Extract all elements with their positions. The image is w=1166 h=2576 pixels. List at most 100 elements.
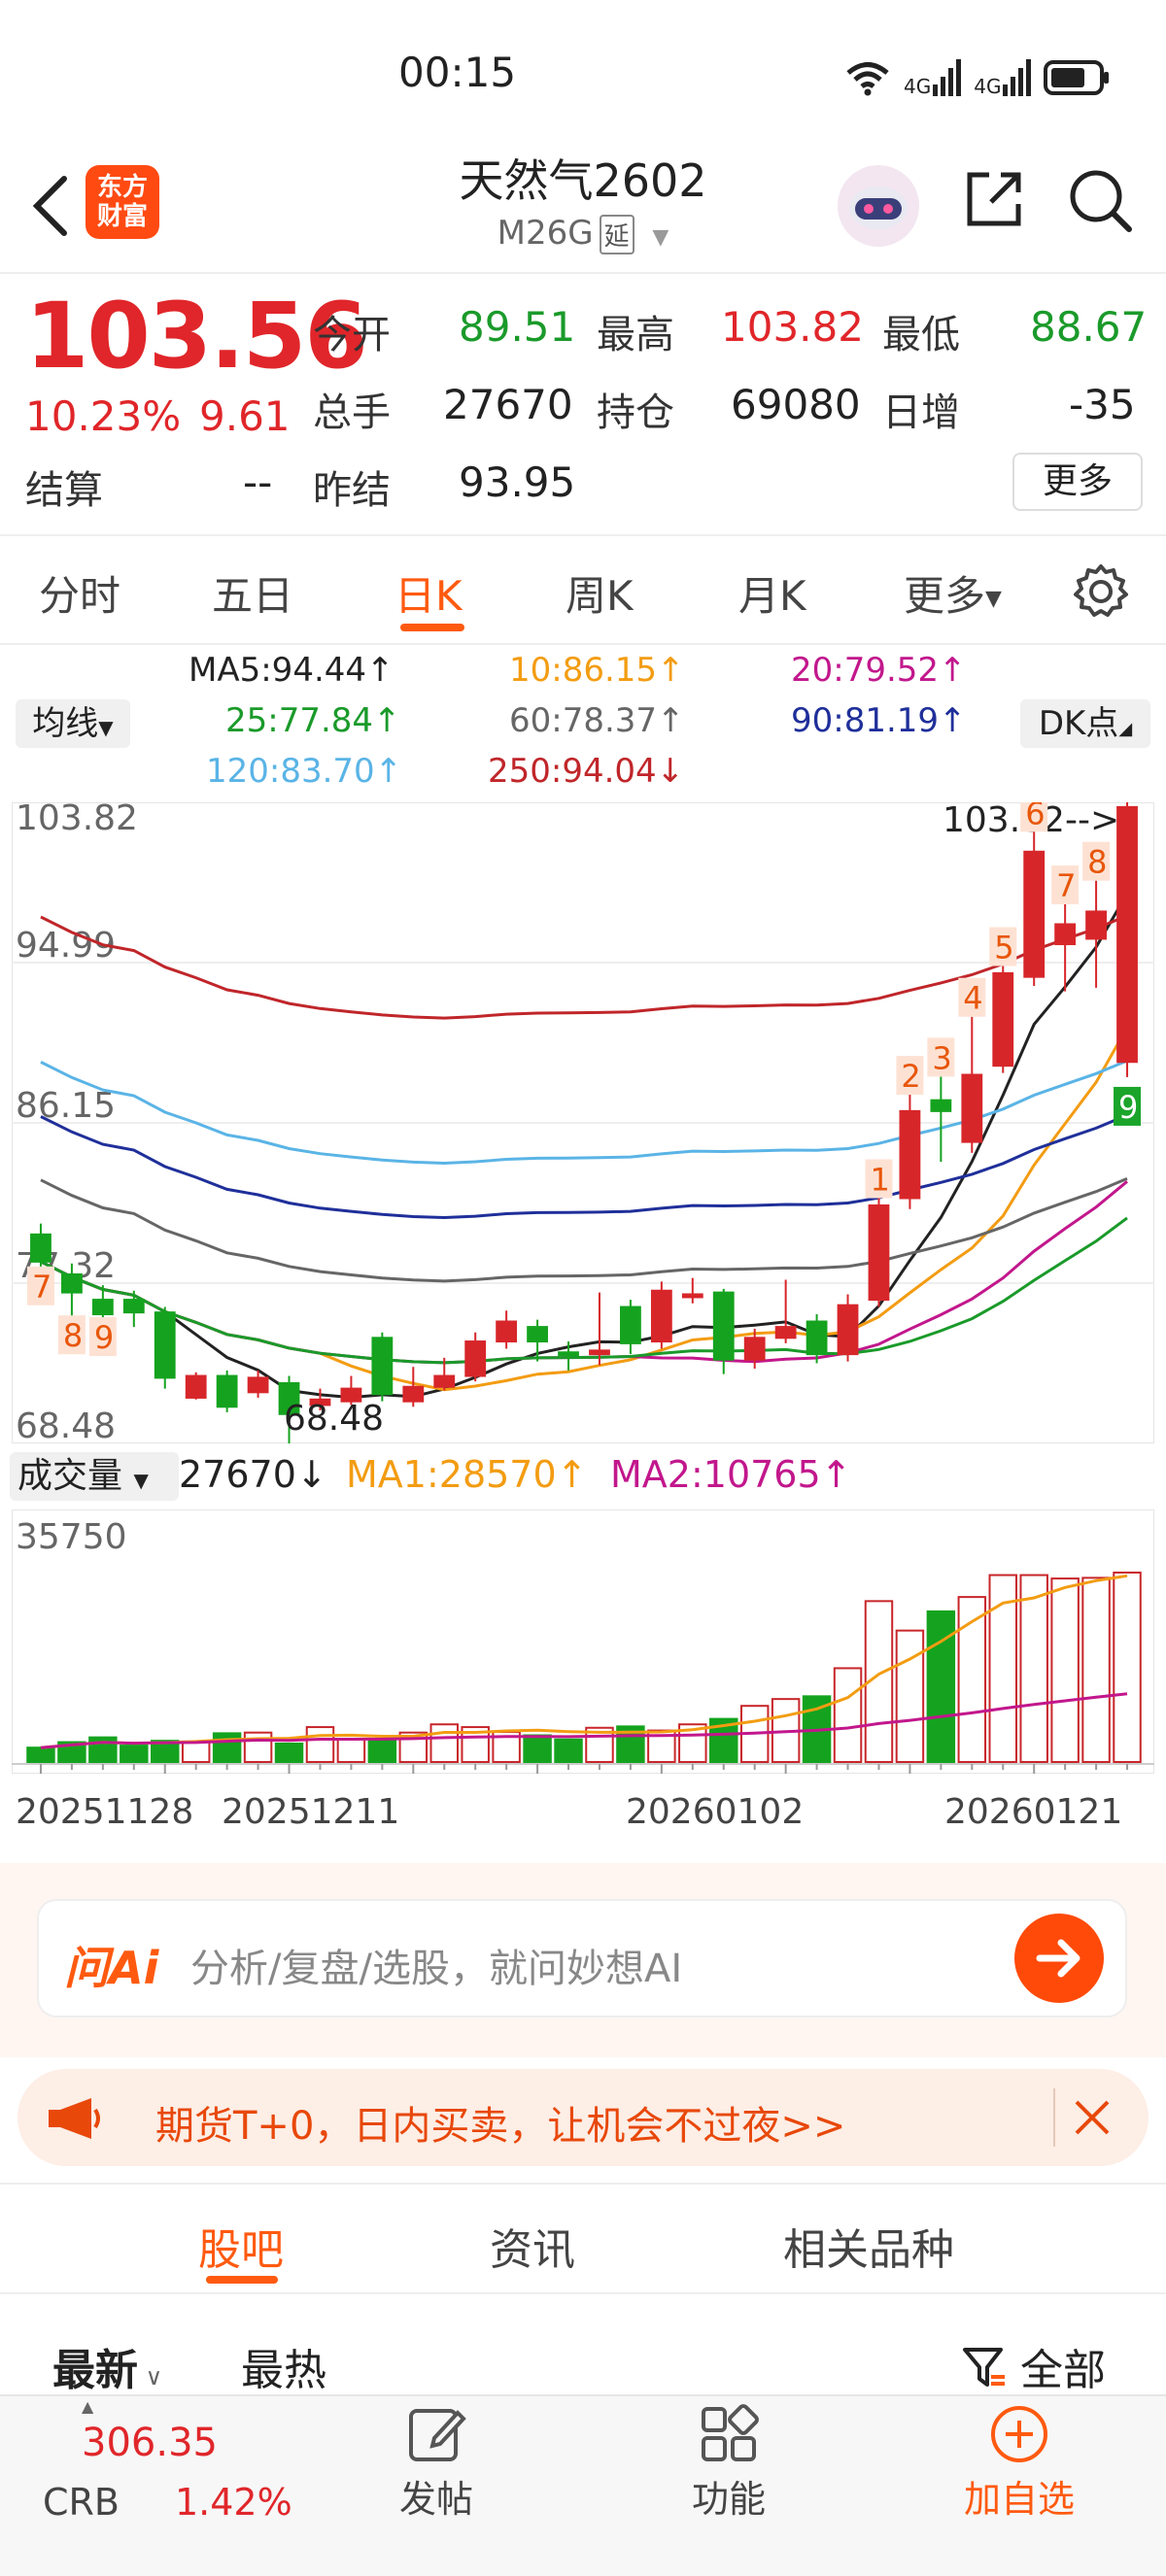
candle-body (650, 1289, 672, 1343)
dk-label: DK点 (1038, 704, 1119, 743)
ticker-price[interactable]: 306.35 (82, 2421, 218, 2465)
candle-body (868, 1203, 890, 1302)
candle-body (30, 1233, 51, 1263)
ma-legend-item: 10:86.15↑ (509, 651, 685, 690)
candle-body (681, 1293, 703, 1299)
tab-weekly-k[interactable]: 周K (566, 563, 634, 623)
arrow-right-icon (1036, 1939, 1080, 1978)
x-tick-label: 20260121 (944, 1792, 1123, 1832)
add-watchlist-button[interactable]: 加自选 (956, 2403, 1082, 2523)
volume-bar (120, 1745, 149, 1764)
settle-label: 结算 (25, 468, 103, 513)
candlestick-chart[interactable]: 103.8294.9986.1577.3268.48103.82-->68.48… (12, 802, 1154, 1443)
volume-bar (212, 1732, 242, 1764)
share-icon[interactable] (962, 167, 1026, 231)
daily-increase-value: -35 (1069, 381, 1136, 428)
sort-latest-label: 最新 (52, 2346, 138, 2395)
candle-body (837, 1304, 859, 1356)
volume-chart[interactable]: 35750 (12, 1509, 1154, 1774)
tab-more[interactable]: 更多▼ (904, 563, 1002, 623)
sort-hot[interactable]: 最热 (241, 2335, 326, 2397)
candle-body (1116, 805, 1138, 1064)
volume-bar (1113, 1571, 1142, 1763)
tab-intraday[interactable]: 分时 (39, 563, 120, 623)
candle-body (806, 1320, 828, 1356)
td-count-label: 8 (1087, 844, 1107, 881)
active-tab-indicator (400, 624, 464, 631)
filter-icon (963, 2348, 1005, 2387)
caret-up-icon: ▲ (82, 2397, 94, 2416)
settings-gear-icon[interactable] (1073, 563, 1129, 620)
candle-body (774, 1326, 797, 1339)
open-value: 89.51 (459, 303, 576, 351)
signal-icon-2: 4G (974, 59, 1032, 96)
dk-points-toggle[interactable]: DK点◢ (1020, 699, 1150, 748)
candle-body (154, 1311, 176, 1379)
divider (1053, 2088, 1055, 2147)
td-count-label: 8 (63, 1317, 83, 1354)
volume-ma1-legend: MA1:28570↑ (346, 1453, 588, 1496)
promo-text[interactable]: 期货T+0，日内买卖，让机会不过夜>> (155, 2094, 845, 2151)
ticker-name[interactable]: CRB (43, 2481, 120, 2524)
prev-settle-value: 93.95 (459, 458, 576, 506)
functions-label: 功能 (691, 2478, 766, 2521)
ai-search-input[interactable]: 分析/复盘/选股，就问妙想AI (190, 1937, 682, 1993)
tab-daily-k[interactable]: 日K (394, 563, 463, 623)
tab-related[interactable]: 相关品种 (783, 2215, 954, 2277)
contract-code-text: M26G (497, 214, 594, 253)
td-count-label: 2 (901, 1058, 920, 1095)
candle-body (496, 1320, 518, 1343)
ma-type-label: 均线 (32, 704, 99, 743)
dropdown-icon: ▼ (98, 716, 114, 739)
delayed-badge: 延 (599, 215, 634, 254)
volume-bar (243, 1731, 273, 1764)
volume-bar (1081, 1576, 1111, 1764)
more-quote-button[interactable]: 更多 (1012, 453, 1143, 511)
network-label: 4G (974, 75, 1002, 98)
filter-label: 全部 (1020, 2346, 1106, 2395)
candle-body (527, 1326, 548, 1343)
high-value: 103.82 (721, 303, 864, 351)
volume-value: 27670 (443, 381, 573, 428)
volume-bar (429, 1723, 459, 1764)
ai-robot-icon[interactable] (832, 159, 925, 253)
ma-legend-item: 120:83.70↑ (206, 752, 403, 791)
indicator-select[interactable]: 成交量 ▼ (10, 1452, 179, 1501)
ma-legend-item: 25:77.84↑ (225, 701, 401, 740)
signal-icon-1: 4G (904, 59, 962, 96)
x-tick-label: 20251128 (16, 1792, 194, 1832)
divider (0, 643, 1166, 645)
search-icon[interactable] (1067, 167, 1135, 235)
volume-label: 总手 (313, 390, 391, 435)
status-bar: 00:15 4G 4G (0, 0, 1166, 155)
sort-latest[interactable]: 最新 ∨ (52, 2335, 162, 2397)
ai-submit-button[interactable] (1014, 1914, 1104, 2003)
tab-forum[interactable]: 股吧 (198, 2215, 284, 2277)
y-tick-label: 68.48 (16, 1407, 116, 1443)
tab-five-day[interactable]: 五日 (212, 563, 293, 623)
open-label: 今开 (313, 313, 391, 357)
tab-news[interactable]: 资讯 (490, 2215, 575, 2277)
candle-body (899, 1109, 921, 1200)
volume-bar (305, 1726, 335, 1764)
candle-body (961, 1073, 983, 1143)
close-icon[interactable] (1073, 2098, 1112, 2137)
candle-body (620, 1305, 641, 1344)
tab-monthly-k[interactable]: 月K (738, 563, 806, 623)
filter-button[interactable]: 全部 (962, 2335, 1106, 2397)
post-button[interactable]: 发帖 (393, 2403, 480, 2523)
settle-value: -- (243, 458, 273, 506)
candle-body (91, 1299, 114, 1316)
divider (0, 272, 1166, 274)
ticker-percent[interactable]: 1.42% (175, 2481, 292, 2524)
low-value: 88.67 (1030, 303, 1148, 351)
ai-logo: 问Ai (64, 1942, 159, 1994)
candle-body (1023, 850, 1046, 978)
functions-button[interactable]: 功能 (690, 2403, 768, 2523)
y-tick-label: 94.99 (16, 926, 116, 966)
td-count-label: 9 (94, 1319, 114, 1356)
chevron-down-icon: ∨ (138, 2363, 163, 2390)
td-count-label: 1 (870, 1162, 889, 1199)
ma-type-select[interactable]: 均线▼ (16, 699, 130, 748)
x-tick-label: 20260102 (626, 1792, 805, 1832)
